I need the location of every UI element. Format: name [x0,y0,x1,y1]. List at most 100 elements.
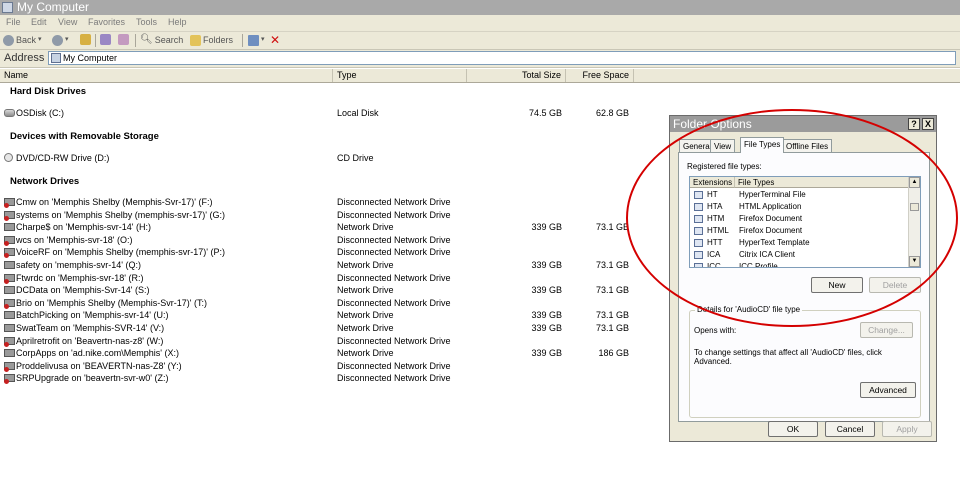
new-button[interactable]: New [811,277,863,293]
delete-type-button[interactable]: Delete [869,277,921,293]
change-button[interactable]: Change... [860,322,913,338]
drive-icon [4,235,15,246]
file-type-icon [694,239,703,247]
copy-to-button[interactable] [118,34,129,45]
cancel-button[interactable]: Cancel [825,421,875,437]
drive-row[interactable]: Cmw on 'Memphis Shelby (Memphis-Svr-17)'… [0,196,665,208]
drive-row[interactable]: Charpe$ on 'Memphis-svr-14' (H:) Network … [0,221,665,233]
drive-row[interactable]: SwatTeam on 'Memphis-SVR-14' (V:) Network… [0,322,665,334]
drive-row[interactable]: Proddelivusa on 'BEAVERTN-nas-Z8' (Y:) Di… [0,360,665,372]
search-button[interactable]: 🔍︎ Search [140,34,183,46]
move-to-icon [100,34,111,45]
views-icon [248,34,259,46]
details-description: To change settings that affect all 'Audi… [694,348,882,366]
toolbar-separator [135,34,136,47]
list-header-file-types[interactable]: File Types [735,177,910,188]
drive-row[interactable]: safety on 'memphis-svr-14' (Q:) Network D… [0,259,665,271]
drive-type: CD Drive [337,153,374,163]
menu-view[interactable]: View [58,17,77,27]
file-type-name: Citrix ICA Client [739,250,796,259]
help-button[interactable]: ? [908,118,920,130]
list-header-extensions[interactable]: Extensions [690,177,735,188]
drive-type: Network Drive [337,323,394,333]
group-header-removable: Devices with Removable Storage [10,131,159,142]
drive-total-size: 339 GB [531,222,562,233]
back-button[interactable]: Back ▾ [3,34,42,46]
details-legend: Details for 'AudioCD' file type [695,305,803,314]
dialog-title: Folder Options [673,117,752,131]
file-type-icon [694,263,703,267]
apply-button[interactable]: Apply [882,421,932,437]
advanced-button[interactable]: Advanced [860,382,916,398]
file-type-icon [694,215,703,223]
drive-row[interactable]: OSDisk (C:) Local Disk 74.5 GB 62.8 GB [0,107,665,119]
copy-to-icon [118,34,129,45]
drive-icon [4,324,15,332]
tab-view[interactable]: View [710,139,736,152]
drive-name: BatchPicking on 'Memphis-svr-14' (U:) [16,310,169,321]
tab-file-types[interactable]: File Types [740,137,785,153]
drive-total-size: 339 GB [531,310,562,321]
file-type-extension: HTT [707,238,723,247]
column-headers: Name Type Total Size Free Space [0,69,960,83]
drive-name: Aprilretrofit on 'Beavertn-nas-z8' (W:) [16,335,164,346]
address-input[interactable]: My Computer [48,51,956,65]
file-type-row[interactable]: HTT HyperText Template [690,237,910,249]
column-header-total-size[interactable]: Total Size [467,69,566,82]
drive-row[interactable]: BatchPicking on 'Memphis-svr-14' (U:) Net… [0,309,665,321]
drive-row[interactable]: systems on 'Memphis Shelby (memphis-svr-… [0,209,665,221]
views-button[interactable]: ▾ [248,34,265,46]
tab-offline-files[interactable]: Offline Files [782,139,833,152]
scroll-thumb[interactable] [910,203,919,211]
column-header-type[interactable]: Type [333,69,467,82]
file-type-icon [694,227,703,235]
column-header-name[interactable]: Name [0,69,333,82]
column-header-free-space[interactable]: Free Space [566,69,634,82]
drive-type: Disconnected Network Drive [337,360,451,371]
menu-favorites[interactable]: Favorites [88,17,125,27]
menu-edit[interactable]: Edit [31,17,47,27]
toolbar: Back ▾ ▾ 🔍︎ Search Folders ▾ ✕ [0,32,960,50]
ok-button[interactable]: OK [768,421,818,437]
file-type-icon [694,203,703,211]
my-computer-icon [51,53,61,63]
drive-free-space: 186 GB [598,348,629,359]
menu-tools[interactable]: Tools [136,17,157,27]
drive-row[interactable]: Ftwrdc on 'Memphis-svr-18' (R:) Disconnec… [0,272,665,284]
drive-row[interactable]: Brio on 'Memphis Shelby (Memphis-Svr-17)… [0,297,665,309]
scroll-up-arrow-icon[interactable]: ▲ [909,177,920,188]
drive-row[interactable]: DCData on 'Memphis-Svr-14' (S:) Network D… [0,284,665,296]
file-type-row[interactable]: HT HyperTerminal File [690,189,910,201]
file-type-row[interactable]: HTML Firefox Document [690,225,910,237]
file-type-row[interactable]: ICA Citrix ICA Client [690,249,910,261]
menu-file[interactable]: File [6,17,21,27]
drive-name: SRPUpgrade on 'beavertn-svr-w0' (Z:) [16,373,169,384]
file-types-list[interactable]: Extensions File Types HT HyperTerminal Fi… [689,176,921,268]
drive-icon [4,210,15,221]
menu-help[interactable]: Help [168,17,187,27]
drive-row[interactable]: Aprilretrofit on 'Beavertn-nas-z8' (W:) D… [0,335,665,347]
my-computer-icon [2,2,13,13]
file-type-icon [694,251,703,259]
file-type-row[interactable]: ICC ICC Profile [690,261,910,267]
drive-type: Disconnected Network Drive [337,247,451,258]
move-to-button[interactable] [100,34,111,45]
up-folder-button[interactable] [80,34,91,45]
file-type-row[interactable]: HTA HTML Application [690,201,910,213]
drive-row[interactable]: CorpApps on 'ad.nike.com\Memphis' (X:) Ne… [0,347,665,359]
file-type-row[interactable]: HTM Firefox Document [690,213,910,225]
folders-button[interactable]: Folders [190,34,233,46]
address-value: My Computer [63,53,118,63]
scroll-down-arrow-icon[interactable]: ▼ [909,256,920,267]
drive-total-size: 339 GB [531,348,562,359]
file-type-extension: ICA [707,250,721,259]
forward-button[interactable]: ▾ [52,34,69,46]
drive-row[interactable]: wcs on 'Memphis-svr-18' (O:) Disconnected… [0,234,665,246]
close-button[interactable]: X [922,118,934,130]
drive-row[interactable]: SRPUpgrade on 'beavertn-svr-w0' (Z:) Disc… [0,372,665,385]
list-scrollbar[interactable]: ▲ ▼ [908,177,920,267]
delete-button[interactable]: ✕ [270,34,280,46]
drive-row[interactable]: DVD/CD-RW Drive (D:) CD Drive [0,152,665,164]
group-header-hard-disk: Hard Disk Drives [10,86,87,97]
drive-row[interactable]: VoiceRF on 'Memphis Shelby (memphis-svr-… [0,246,665,259]
